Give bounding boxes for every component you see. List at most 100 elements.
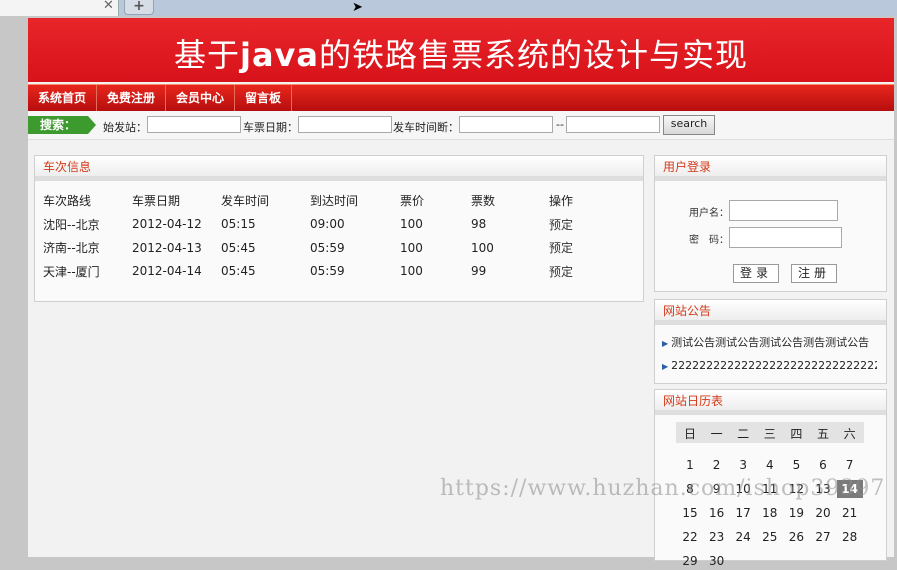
site-title: 基于java的铁路售票系统的设计与实现 — [28, 30, 894, 76]
cell-count: 100 — [471, 240, 494, 255]
calendar-weekday: 五 — [816, 427, 829, 441]
calendar-day[interactable]: 23 — [704, 528, 730, 546]
login-panel: 用户登录 用户名： 密 码： 登录 注册 — [654, 155, 887, 292]
reserve-link[interactable]: 预定 — [549, 260, 609, 284]
notice-text: 测试公告测试公告测试公告测告测试公告 — [671, 336, 870, 349]
train-table: 车次路线 车票日期 发车时间 到达时间 票价 票数 操作 沈阳--北京 2012… — [43, 189, 609, 283]
username-label: 用户名： — [689, 208, 729, 219]
password-label: 密 码： — [689, 235, 729, 246]
notice-panel: 网站公告 ▶ 测试公告测试公告测试公告测告测试公告 ▶ 22222222222222… — [654, 299, 887, 384]
cell-route: 济南--北京 — [43, 241, 100, 256]
col-route: 车次路线 — [43, 194, 92, 209]
calendar-day[interactable]: 18 — [757, 504, 783, 522]
username-input[interactable] — [729, 200, 838, 221]
notice-item[interactable]: ▶ 测试公告测试公告测试公告测告测试公告 — [662, 334, 877, 350]
cell-route: 沈阳--北京 — [43, 217, 100, 232]
nav-home[interactable]: 系统首页 — [28, 85, 98, 111]
title-prefix: 基于 — [173, 36, 240, 74]
title-suffix: 的铁路售票系统的设计与实现 — [319, 36, 749, 74]
browser-tab-strip: ✕ + ➤ — [0, 0, 897, 16]
calendar-day[interactable]: 1 — [677, 456, 703, 474]
notice-title: 网站公告 — [655, 300, 886, 325]
cell-depart: 05:45 — [221, 240, 256, 255]
calendar-day[interactable]: 3 — [730, 456, 756, 474]
cell-price: 100 — [400, 217, 423, 232]
register-button[interactable]: 注册 — [791, 264, 837, 283]
login-button[interactable]: 登录 — [733, 264, 779, 283]
table-row: 济南--北京 2012-04-13 05:45 05:59 100 100 预定 — [43, 236, 609, 260]
page: 基于java的铁路售票系统的设计与实现 系统首页 免费注册 会员中心 留言板 搜… — [28, 18, 894, 568]
calendar-day[interactable]: 30 — [704, 552, 730, 570]
calendar-day[interactable]: 26 — [783, 528, 809, 546]
nav-member-center[interactable]: 会员中心 — [166, 85, 236, 111]
cell-arrive: 05:59 — [310, 264, 345, 279]
new-tab-button[interactable]: + — [124, 0, 154, 15]
cell-price: 100 — [400, 264, 423, 279]
calendar-day[interactable]: 5 — [783, 456, 809, 474]
calendar-day[interactable]: 22 — [677, 528, 703, 546]
password-input[interactable] — [729, 227, 842, 248]
time-range-dash: -- — [556, 118, 564, 131]
col-action: 操作 — [549, 194, 574, 209]
notice-item[interactable]: ▶ 2222222222222222222222222222222 — [662, 359, 877, 372]
col-date: 车票日期 — [132, 194, 181, 209]
nav-register[interactable]: 免费注册 — [97, 85, 167, 111]
cell-depart: 05:15 — [221, 217, 256, 232]
calendar-day[interactable]: 6 — [810, 456, 836, 474]
calendar-day[interactable]: 20 — [810, 504, 836, 522]
search-tag: 搜索： — [28, 116, 96, 134]
calendar-panel: 网站日历表 日一二三四五六 1 2 3 4 5 6 7 8 9 10 11 12 13 14 15 16 17 18… — [654, 389, 887, 568]
cell-arrive: 09:00 — [310, 217, 345, 232]
col-count: 票数 — [471, 194, 496, 209]
calendar-day[interactable]: 27 — [810, 528, 836, 546]
calendar-weekday: 日 — [683, 427, 696, 441]
bullet-arrow-icon: ▶ — [662, 362, 669, 371]
cell-date: 2012-04-13 — [132, 240, 202, 255]
train-info-title: 车次信息 — [35, 156, 643, 181]
cell-depart: 05:45 — [221, 264, 256, 279]
title-java: java — [239, 36, 319, 74]
cell-arrive: 05:59 — [310, 240, 345, 255]
calendar-weekday: 一 — [710, 427, 723, 441]
mouse-cursor-icon: ➤ — [352, 0, 363, 15]
close-icon[interactable]: ✕ — [103, 0, 114, 13]
search-button[interactable]: search — [663, 115, 715, 135]
calendar-day[interactable]: 7 — [837, 456, 863, 474]
calendar-day[interactable]: 25 — [757, 528, 783, 546]
depart-time-label: 发车时间断： — [393, 121, 459, 134]
calendar-weekday: 二 — [737, 427, 750, 441]
start-station-input[interactable] — [147, 116, 241, 133]
nav-message-board[interactable]: 留言板 — [235, 85, 293, 111]
calendar-weekday: 三 — [763, 427, 776, 441]
table-row: 沈阳--北京 2012-04-12 05:15 09:00 100 98 预定 — [43, 213, 609, 237]
depart-time-end-input[interactable] — [566, 116, 660, 133]
calendar-day[interactable]: 17 — [730, 504, 756, 522]
ticket-date-input[interactable] — [298, 116, 392, 133]
col-arrive: 到达时间 — [310, 194, 359, 209]
reserve-link[interactable]: 预定 — [549, 213, 609, 237]
notice-text: 2222222222222222222222222222222 — [671, 359, 877, 372]
calendar-day[interactable]: 4 — [757, 456, 783, 474]
browser-tab[interactable]: ✕ — [0, 0, 119, 16]
col-price: 票价 — [400, 194, 425, 209]
calendar-day[interactable]: 24 — [730, 528, 756, 546]
calendar-day[interactable]: 2 — [704, 456, 730, 474]
depart-time-start-input[interactable] — [459, 116, 553, 133]
cell-date: 2012-04-14 — [132, 264, 202, 279]
cell-count: 98 — [471, 217, 487, 232]
start-station-label: 始发站： — [103, 121, 147, 134]
main-nav: 系统首页 免费注册 会员中心 留言板 — [28, 84, 894, 111]
calendar-day[interactable]: 28 — [837, 528, 863, 546]
calendar-day[interactable]: 16 — [704, 504, 730, 522]
col-depart: 发车时间 — [221, 194, 270, 209]
cell-count: 99 — [471, 264, 487, 279]
calendar-day[interactable]: 29 — [677, 552, 703, 570]
reserve-link[interactable]: 预定 — [549, 236, 609, 260]
cell-route: 天津--厦门 — [43, 264, 100, 279]
calendar-title: 网站日历表 — [655, 390, 886, 415]
cell-date: 2012-04-12 — [132, 217, 202, 232]
calendar-day[interactable]: 15 — [677, 504, 703, 522]
calendar-day[interactable]: 19 — [783, 504, 809, 522]
table-header-row: 车次路线 车票日期 发车时间 到达时间 票价 票数 操作 — [43, 189, 609, 213]
calendar-day[interactable]: 21 — [837, 504, 863, 522]
